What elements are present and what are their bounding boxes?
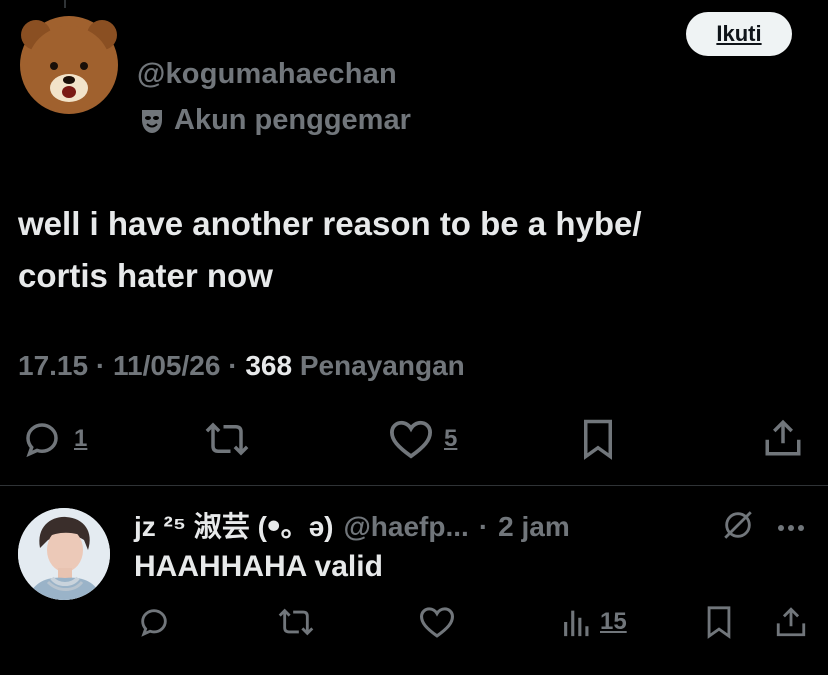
person-avatar-icon — [18, 508, 110, 600]
reply-icon — [141, 609, 167, 637]
bookmark-button[interactable] — [580, 418, 616, 460]
reply-text: HAAHHAHA valid — [134, 550, 383, 583]
heart-icon — [389, 420, 433, 459]
reply-bookmark-button[interactable] — [704, 605, 734, 639]
bookmark-icon — [707, 606, 731, 639]
like-count: 5 — [444, 425, 458, 452]
post-text-line: cortis hater now — [18, 257, 273, 294]
theater-mask-icon — [142, 109, 162, 133]
account-label-text: Akun penggemar — [174, 104, 411, 136]
thread-line — [64, 0, 66, 8]
share-icon — [765, 419, 801, 456]
reply-views-button[interactable]: 15 — [562, 605, 627, 639]
post-text: well i have another reason to be a hybe/… — [18, 198, 798, 302]
heart-icon — [419, 607, 455, 638]
reply-header: jz ²⁵ 淑芸 (ꔷ。ə) @haefp... · 2 jam — [134, 505, 570, 545]
views-icon — [564, 610, 589, 637]
repost-icon — [205, 422, 249, 456]
post-time[interactable]: 17.15 — [18, 350, 88, 381]
reply-icon — [26, 423, 58, 458]
reply-views-count: 15 — [600, 608, 627, 635]
account-label: Akun penggemar — [140, 104, 411, 137]
post-meta: 17.15 · 11/05/26 · 368 Penayangan — [18, 350, 465, 382]
slash-circle-icon — [724, 511, 752, 539]
meta-separator: · — [478, 511, 489, 542]
share-button[interactable] — [762, 416, 804, 460]
reply-share-button[interactable] — [774, 604, 808, 640]
bear-avatar-icon — [20, 16, 118, 114]
grok-button[interactable] — [720, 508, 756, 547]
more-icon — [778, 525, 804, 531]
share-icon — [776, 607, 806, 637]
repost-button[interactable] — [203, 418, 251, 460]
reply-author-name[interactable]: jz ²⁵ 淑芸 (ꔷ。ə) — [134, 505, 333, 545]
post-date[interactable]: 11/05/26 — [113, 350, 220, 381]
views-label: Penayangan — [299, 350, 465, 381]
reply-like-button[interactable] — [418, 605, 456, 639]
repost-icon — [278, 608, 314, 636]
views-count: 368 — [245, 350, 293, 381]
divider — [0, 485, 828, 486]
more-button[interactable] — [776, 520, 806, 538]
avatar[interactable] — [20, 16, 118, 114]
meta-separator: · — [95, 350, 113, 381]
post-text-line: well i have another reason to be a hybe/ — [18, 205, 642, 242]
bookmark-icon — [584, 419, 612, 460]
like-button[interactable]: 5 — [388, 418, 457, 460]
reply-author-handle[interactable]: @haefp... — [343, 511, 468, 543]
reply-avatar[interactable] — [18, 508, 110, 600]
reply-reply-button[interactable] — [136, 605, 172, 639]
reply-button[interactable]: 1 — [20, 418, 87, 460]
author-handle[interactable]: @kogumahaechan — [137, 58, 397, 91]
reply-repost-button[interactable] — [276, 605, 316, 639]
reply-count: 1 — [74, 425, 88, 452]
meta-separator: · — [228, 350, 246, 381]
reply-time[interactable]: 2 jam — [498, 511, 570, 543]
follow-button[interactable]: Ikuti — [686, 12, 792, 56]
